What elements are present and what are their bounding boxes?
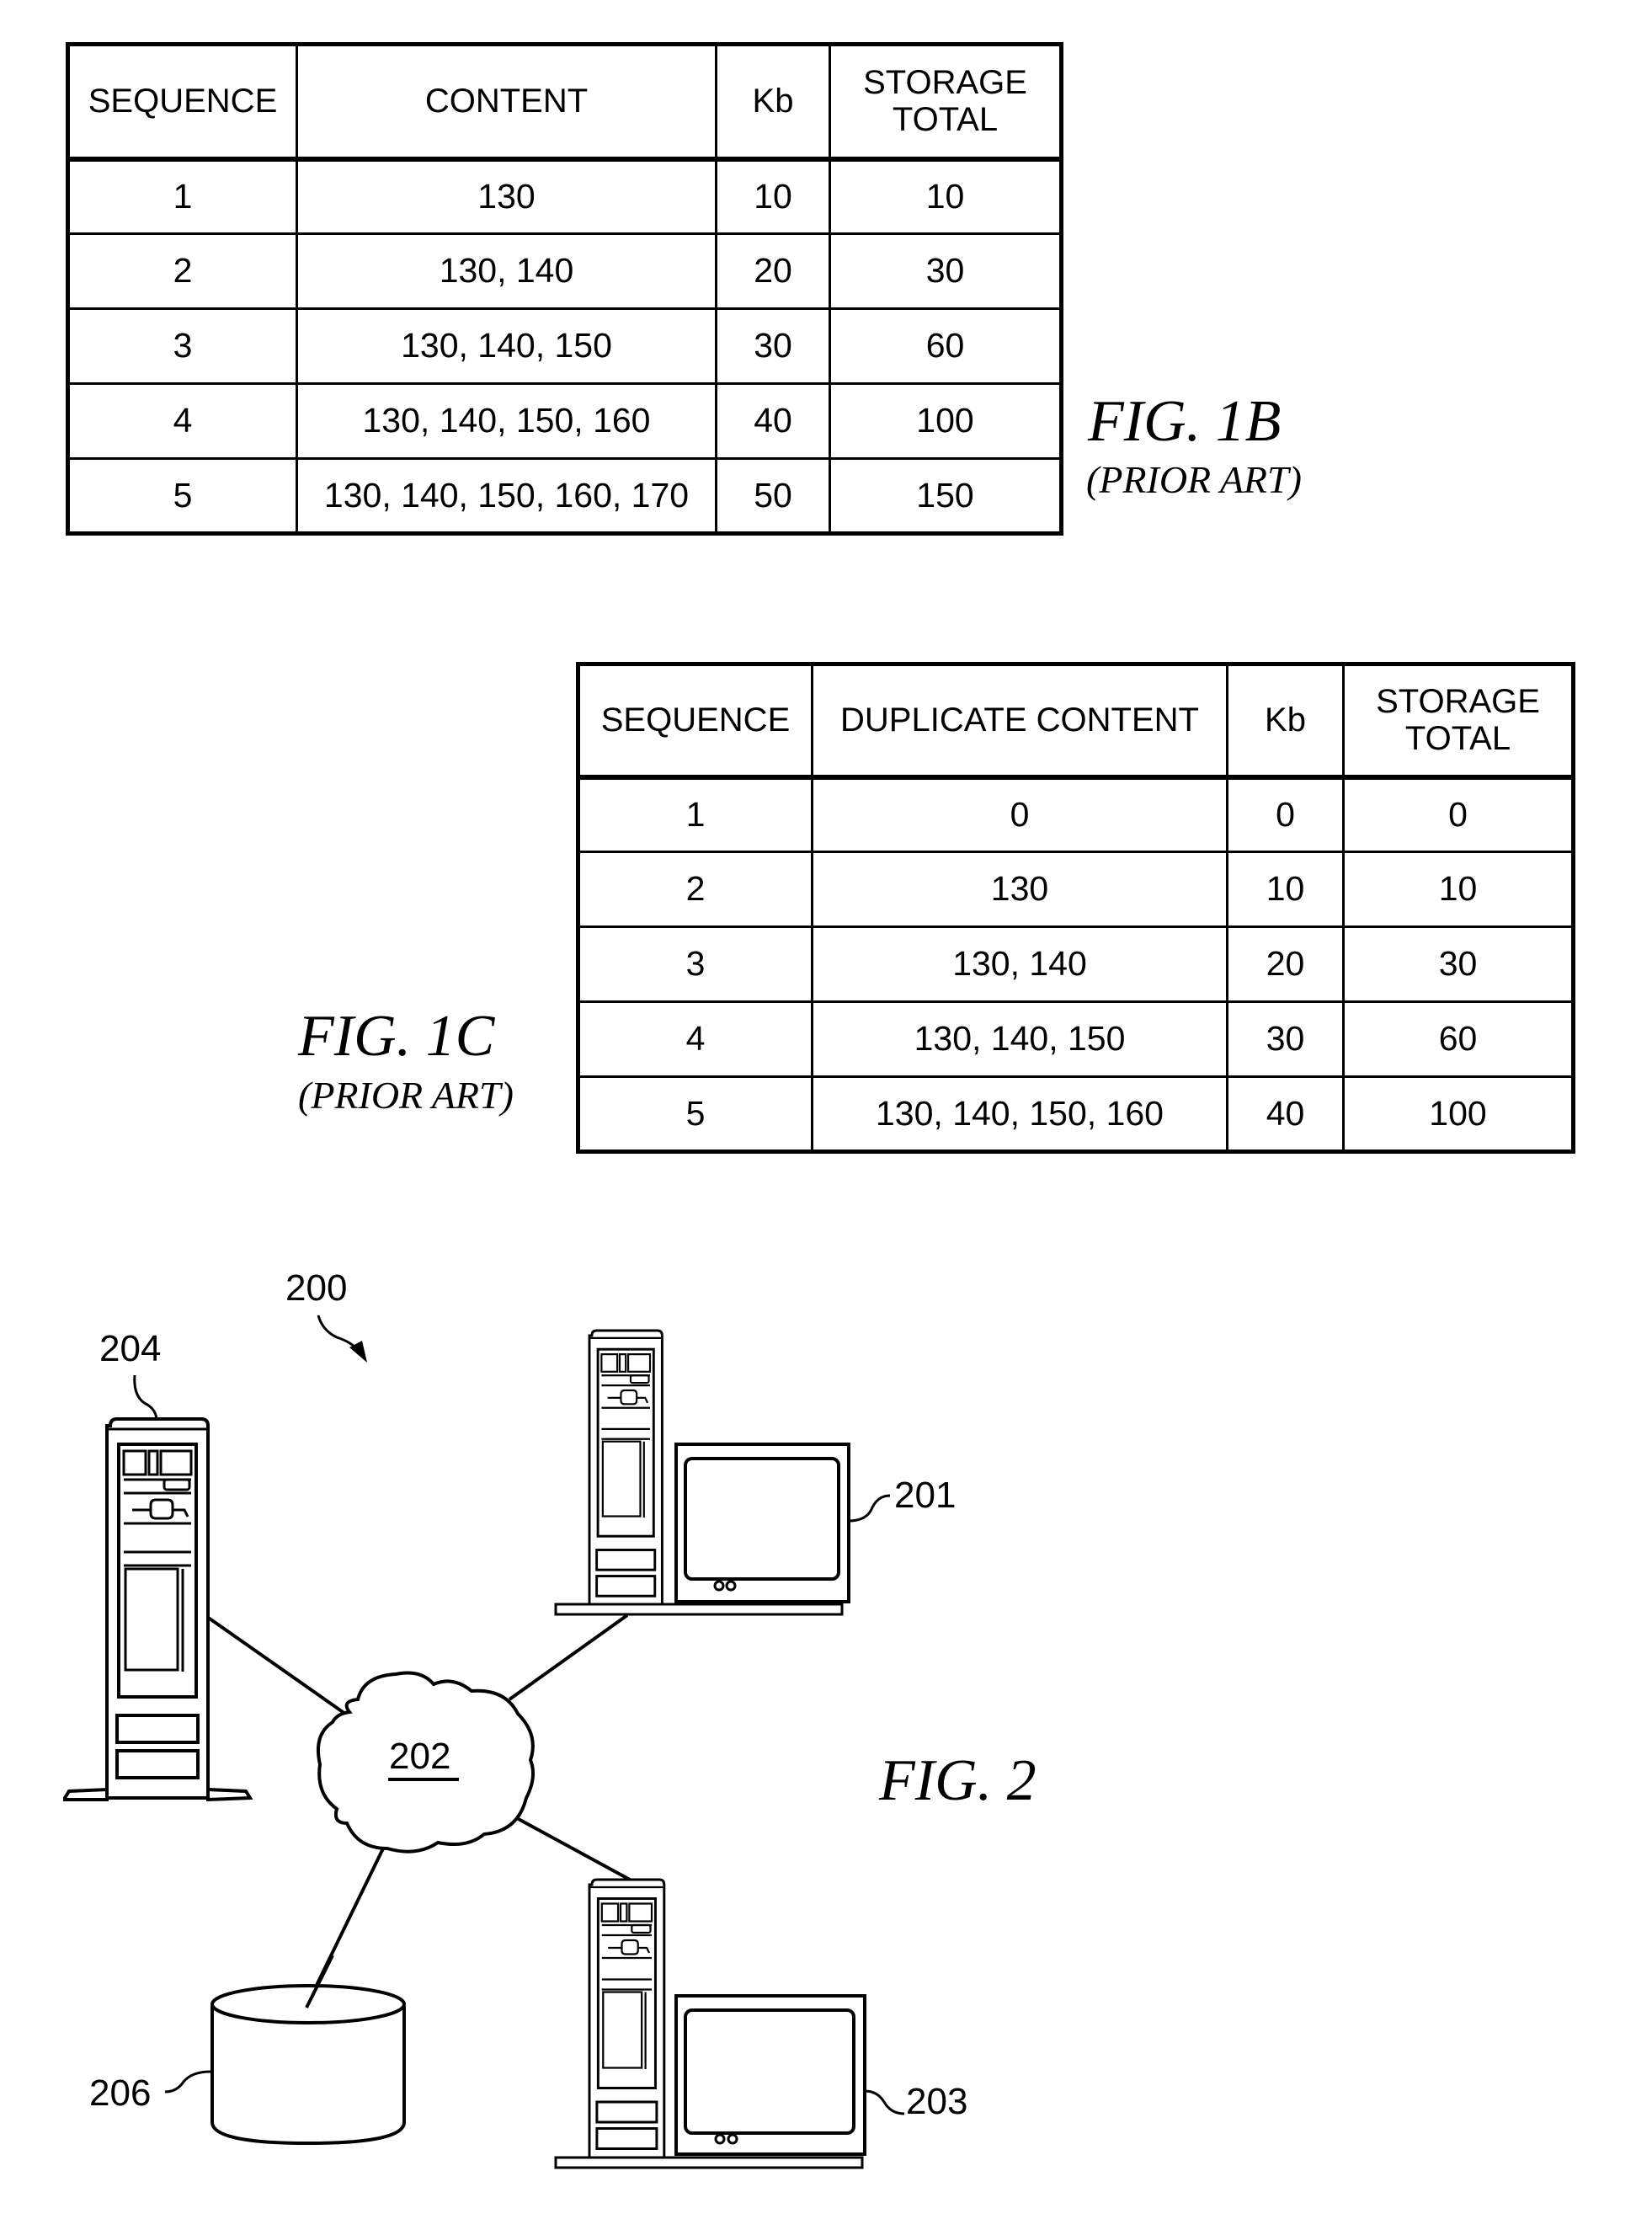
database-206-icon bbox=[210, 1984, 406, 2146]
workstation-201-tower-icon bbox=[557, 1329, 694, 1614]
link-201-202 bbox=[508, 1614, 629, 1701]
ref-202: 202 bbox=[389, 1736, 451, 1777]
leader-206 bbox=[164, 2070, 211, 2094]
ref-203: 203 bbox=[906, 2081, 968, 2122]
fig2-label: FIG. 2 bbox=[879, 1748, 1036, 1813]
server-204-icon bbox=[63, 1417, 252, 1801]
ref-201: 201 bbox=[894, 1475, 957, 1516]
link-202-203 bbox=[514, 1816, 631, 1881]
ref-200: 200 bbox=[285, 1267, 348, 1309]
leader-203 bbox=[864, 2089, 905, 2115]
leader-201 bbox=[848, 1494, 891, 1523]
fig2-diagram bbox=[63, 1315, 905, 2169]
link-204-202 bbox=[205, 1615, 347, 1715]
leader-204 bbox=[133, 1374, 158, 1422]
ref-204: 204 bbox=[99, 1328, 162, 1369]
leader-200-arrow bbox=[317, 1315, 360, 1352]
ref-206: 206 bbox=[89, 2072, 152, 2114]
